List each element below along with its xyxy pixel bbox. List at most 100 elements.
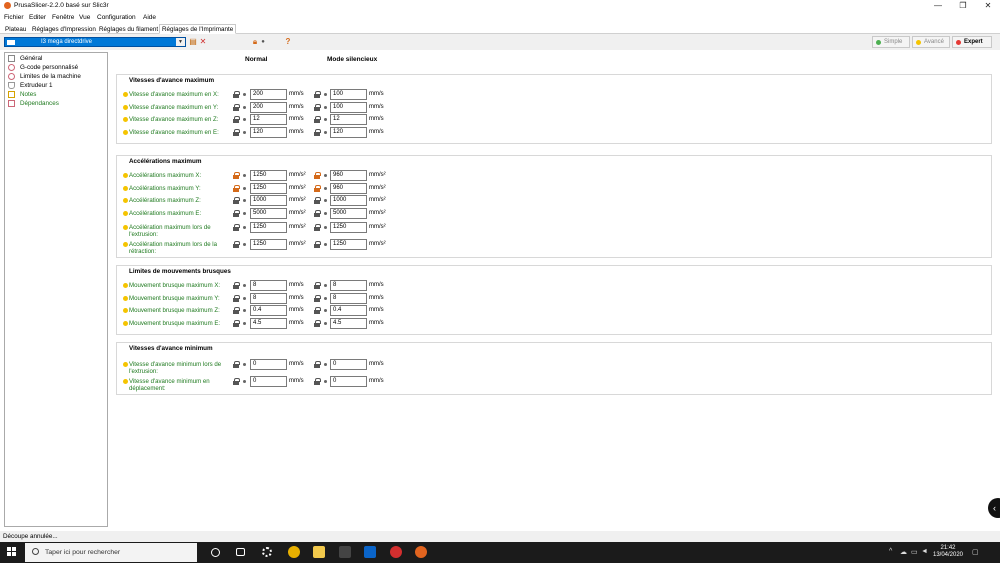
lock-icon[interactable] [233,361,240,368]
settings-icon[interactable] [262,547,272,557]
lock-icon[interactable] [314,103,321,111]
lock-icon[interactable] [233,91,240,98]
minimize-button[interactable]: — [926,0,950,12]
windows-start-icon[interactable] [7,547,17,557]
lock-icon[interactable] [233,240,240,248]
reset-dot-icon[interactable] [243,199,246,202]
reset-dot-icon[interactable] [324,321,327,325]
normal-value-field[interactable]: 5000 [250,207,287,219]
chrome-icon[interactable] [288,546,300,558]
mode-simple-button[interactable]: Simple [872,36,910,48]
silent-value-field[interactable]: 960 [330,182,367,194]
normal-value-field[interactable]: 1250 [250,222,287,233]
prusaslicer-icon[interactable] [415,546,427,558]
reset-dot-icon[interactable] [243,226,246,229]
reset-dot-icon[interactable] [324,105,327,109]
tree-item-general[interactable]: Général [8,55,42,64]
printer-preset-select[interactable]: I3 mega directdrive ▼ [4,37,186,47]
menu-fenetre[interactable]: Fenêtre [52,14,74,21]
reset-dot-icon[interactable] [324,118,327,121]
reset-dot-icon[interactable] [324,296,327,300]
reset-dot-icon[interactable] [243,379,246,383]
taskbar-search-box[interactable]: Taper ici pour rechercher [25,543,197,562]
question-icon[interactable]: ? [284,38,292,46]
lock-icon[interactable] [233,128,240,136]
taskbar-clock[interactable]: 21:42 13/04/2020 [932,545,964,559]
tree-item-custom-gcode[interactable]: G-code personnalisé [8,64,78,73]
silent-value-field[interactable]: 1250 [330,238,367,250]
cortana-icon[interactable] [211,548,220,557]
silent-value-field[interactable]: 12 [330,114,367,125]
reset-dot-icon[interactable] [324,93,327,96]
chevron-up-icon[interactable]: ^ [889,548,892,555]
normal-value-field[interactable]: 1000 [250,195,287,206]
lock-icon[interactable] [314,319,321,327]
normal-value-field[interactable]: 0 [250,359,287,370]
lock-icon[interactable] [314,116,321,123]
silent-value-field[interactable]: 1250 [330,222,367,233]
lock-icon[interactable] [314,128,321,136]
silent-value-field[interactable]: 0 [330,375,367,387]
lock-icon[interactable] [233,319,240,327]
close-button[interactable]: ✕ [976,0,1000,12]
silent-value-field[interactable]: 0 [330,359,367,370]
lock-icon[interactable] [314,294,321,302]
normal-value-field[interactable]: 1250 [250,182,287,194]
reset-dot-icon[interactable] [243,321,246,325]
silent-value-field[interactable]: 4.5 [330,317,367,329]
lock-icon[interactable] [233,307,240,314]
mode-advanced-button[interactable]: Avancé [912,36,950,48]
lock-icon[interactable] [233,209,240,217]
reset-dot-icon[interactable] [243,284,246,287]
maximize-button[interactable]: ❐ [951,0,975,12]
lock-icon[interactable] [233,224,240,231]
volume-icon[interactable]: ◄ [921,548,928,555]
app-red-icon[interactable] [390,546,402,558]
reset-dot-icon[interactable] [324,199,327,202]
silent-value-field[interactable]: 100 [330,101,367,113]
lock-icon[interactable] [233,197,240,204]
tab-filament-settings[interactable]: Réglages du filament [96,24,161,34]
notification-icon[interactable]: ▢ [972,548,979,556]
menu-configuration[interactable]: Configuration [97,14,136,21]
reset-dot-icon[interactable] [243,242,246,246]
reset-dot-icon[interactable] [324,186,327,190]
lock-icon[interactable] [233,294,240,302]
reset-dot-icon[interactable] [243,186,246,190]
battery-icon[interactable]: ▭ [911,548,918,556]
delete-preset-icon[interactable]: ✕ [199,38,207,46]
lock-icon[interactable] [233,116,240,123]
bullet-icon[interactable]: ● [259,38,267,46]
reset-dot-icon[interactable] [243,93,246,96]
reset-dot-icon[interactable] [243,174,246,177]
silent-value-field[interactable]: 100 [330,89,367,100]
normal-value-field[interactable]: 8 [250,292,287,304]
mode-expert-button[interactable]: Expert [952,36,992,48]
lock-icon[interactable] [233,282,240,289]
reset-dot-icon[interactable] [243,211,246,215]
file-explorer-icon[interactable] [313,546,325,558]
normal-value-field[interactable]: 12 [250,114,287,125]
silent-value-field[interactable]: 960 [330,170,367,181]
reset-dot-icon[interactable] [243,130,246,134]
normal-value-field[interactable]: 120 [250,126,287,138]
reset-dot-icon[interactable] [324,363,327,366]
lock-icon[interactable] [314,307,321,314]
lock-icon[interactable] [314,172,321,179]
silent-value-field[interactable]: 8 [330,292,367,304]
silent-value-field[interactable]: 1000 [330,195,367,206]
lock-icon[interactable] [314,197,321,204]
reset-dot-icon[interactable] [243,118,246,121]
lock-icon[interactable] [314,361,321,368]
normal-value-field[interactable]: 200 [250,89,287,100]
reset-dot-icon[interactable] [324,379,327,383]
silent-value-field[interactable]: 0.4 [330,305,367,316]
lock-icon[interactable] [314,377,321,385]
reset-dot-icon[interactable] [324,226,327,229]
cloud-icon[interactable]: ☁ [900,548,907,556]
lock-icon[interactable] [314,184,321,192]
menu-fichier[interactable]: Fichier [4,14,24,21]
tab-printer-settings[interactable]: Réglages de l'Imprimante [159,24,237,34]
menu-aide[interactable]: Aide [143,14,156,21]
lock-icon[interactable] [314,209,321,217]
